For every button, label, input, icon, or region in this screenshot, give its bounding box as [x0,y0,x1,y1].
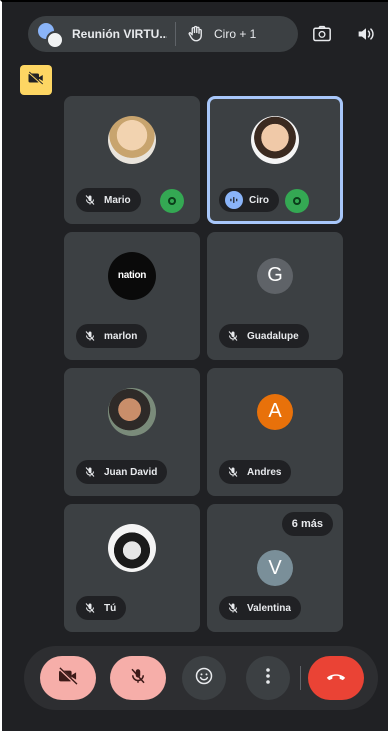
mic-off-icon [82,328,98,344]
participant-label: Tú [76,596,127,620]
mic-off-icon [82,600,98,616]
avatar: A [257,393,293,430]
pill-divider [175,22,176,46]
participant-label: Ciro [219,188,279,212]
participant-tile-andres[interactable]: A Andres [207,368,343,496]
participant-tile-guadalupe[interactable]: G Guadalupe [207,232,343,360]
mic-off-icon [82,192,98,208]
participant-tile-marlon[interactable]: nation marlon [64,232,200,360]
participant-name: Tú [104,602,117,614]
participant-tile-juan-david[interactable]: Juan David [64,368,200,496]
participant-label: marlon [76,324,148,348]
controls-divider [300,666,301,690]
participant-name: marlon [104,330,138,342]
mic-off-icon [225,464,241,480]
avatar [108,115,156,164]
participant-name: Mario [104,194,131,206]
raised-hands-count: Ciro + 1 [214,27,257,41]
participant-tile-ciro[interactable]: Ciro [207,96,343,224]
reactions-button[interactable] [182,656,226,700]
participant-label: Mario [76,188,141,212]
speaking-indicator [285,189,309,213]
participant-tile-self[interactable]: Tú [64,504,200,632]
avatar: G [257,257,293,294]
participant-name: Ciro [249,194,269,206]
meeting-info-pill[interactable]: Reunión VIRTU... Ciro + 1 [28,16,298,52]
participant-name: Juan David [104,466,158,478]
avatar: nation [108,251,156,300]
emoji-icon [194,666,214,691]
speaker-icon[interactable] [354,23,378,45]
participant-name: Andres [247,466,282,478]
camera-toggle-button[interactable] [40,656,96,700]
end-call-button[interactable] [308,656,364,700]
more-participants-badge[interactable]: 6 más [281,512,333,536]
participant-label: Juan David [76,460,168,484]
participant-label: Andres [219,460,292,484]
speaking-indicator [160,189,184,213]
mic-off-icon [129,666,147,691]
switch-camera-icon[interactable] [310,23,334,45]
avatar [108,523,156,572]
participants-avatar-group [36,21,64,49]
more-vert-icon [265,666,271,691]
camera-off-indicator [20,65,52,95]
camera-off-icon [57,666,79,690]
participant-name: Valentina [247,602,291,614]
participant-label: Guadalupe [219,324,309,348]
mic-off-icon [82,464,98,480]
audio-active-icon [225,191,243,209]
call-controls-bar [24,646,378,710]
participant-label: Valentina [219,596,301,620]
participant-name: Guadalupe [247,330,299,342]
mic-off-icon [225,328,241,344]
top-bar: Reunión VIRTU... Ciro + 1 [18,14,378,54]
avatar-logo-text: nation [117,270,147,282]
meeting-title: Reunión VIRTU... [72,27,167,41]
camera-off-icon [27,70,45,91]
end-call-icon [325,669,347,687]
raise-hand-icon [184,22,208,46]
more-options-button[interactable] [246,656,290,700]
avatar: V [257,550,293,586]
microphone-toggle-button[interactable] [110,656,166,700]
participant-tile-valentina[interactable]: 6 más V Valentina [207,504,343,632]
participant-tile-mario[interactable]: Mario [64,96,200,224]
avatar [108,387,156,436]
mic-off-icon [225,600,241,616]
avatar [251,115,299,164]
